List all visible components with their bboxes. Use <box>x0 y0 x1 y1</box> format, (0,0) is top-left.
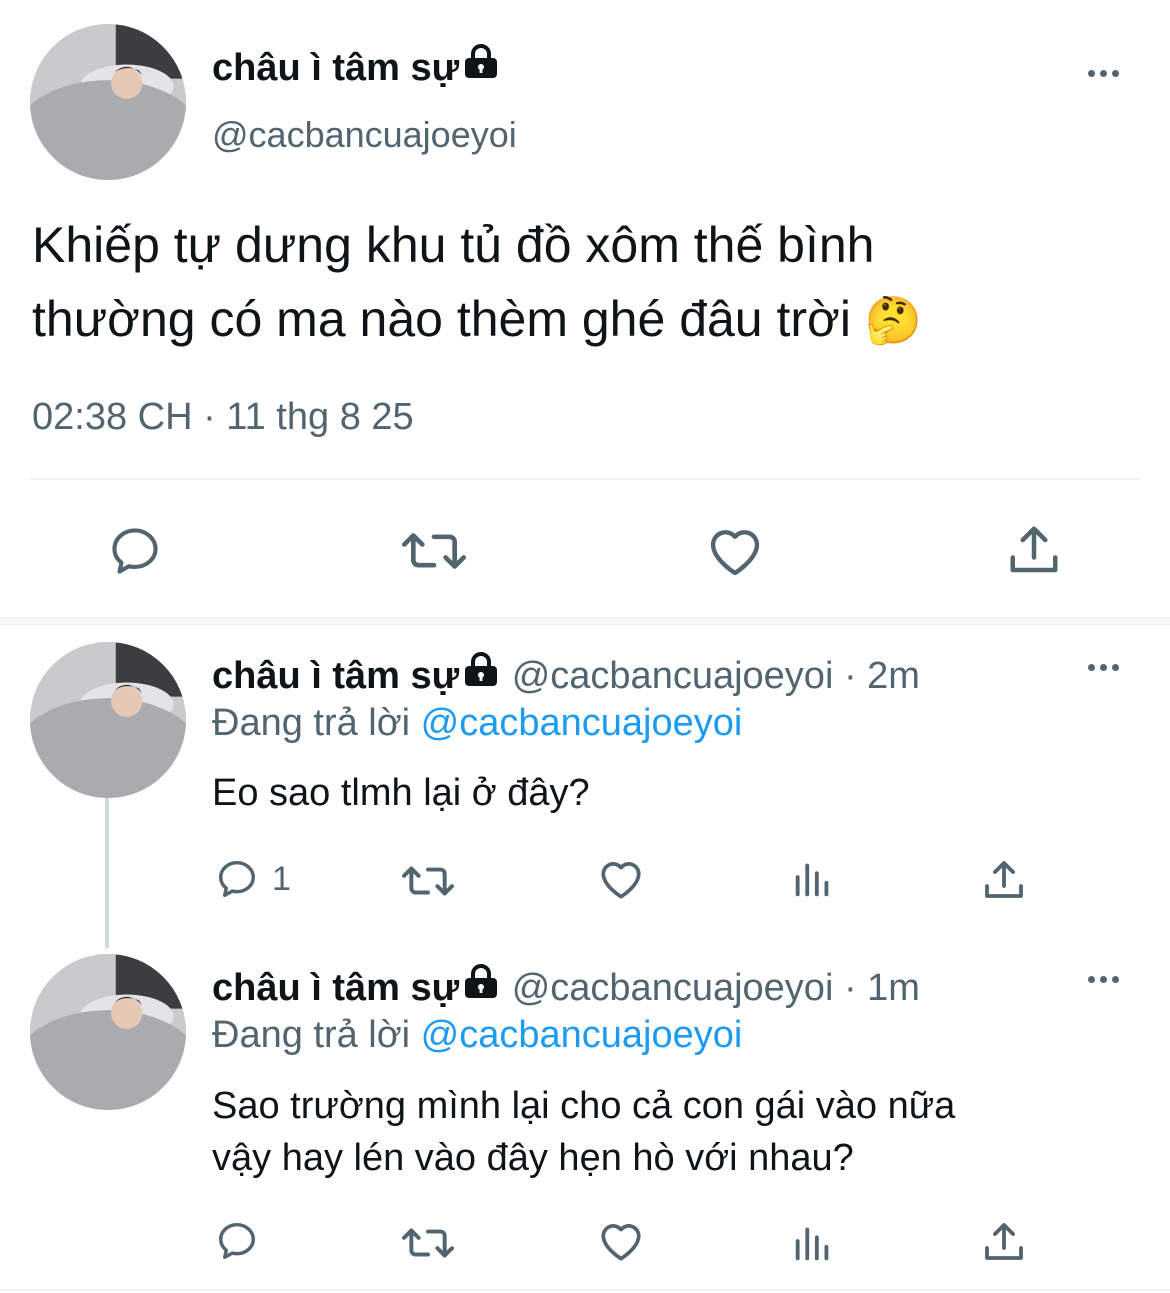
mention-link[interactable]: @cacbancuajoeyoi <box>421 702 743 744</box>
lock-icon <box>465 652 498 686</box>
display-name[interactable]: châu ì tâm sự <box>212 967 459 1009</box>
reply-text: Sao trường mình lại cho cả con gái vào n… <box>212 1080 1132 1184</box>
avatar-photo <box>30 24 186 180</box>
tweet-text-line-1: Khiếp tự dưng khu tủ đồ xôm thế bình <box>32 217 875 273</box>
retweet-icon[interactable] <box>400 1218 456 1268</box>
like-icon[interactable] <box>596 854 646 904</box>
more-options-icon[interactable] <box>1088 70 1119 77</box>
tweet-timestamp[interactable]: 02:38 CH · 11 thg 8 25 <box>32 396 414 439</box>
replying-label: Đang trả lời <box>212 702 411 744</box>
reply-text-line-1: Sao trường mình lại cho cả con gái vào n… <box>212 1085 956 1127</box>
retweet-icon[interactable] <box>400 520 468 582</box>
reply-text: Eo sao tlmh lại ở đây? <box>212 772 590 814</box>
replying-to: Đang trả lời @cacbancuajoeyoi <box>212 702 742 745</box>
replying-to: Đang trả lời @cacbancuajoeyoi <box>212 1014 742 1057</box>
share-icon[interactable] <box>980 856 1028 904</box>
lock-icon <box>465 964 498 998</box>
bottom-divider <box>0 1289 1170 1291</box>
replying-label: Đang trả lời <box>212 1014 411 1056</box>
avatar-photo <box>30 642 186 798</box>
more-options-icon[interactable] <box>1088 664 1119 671</box>
display-name[interactable]: châu ì tâm sự <box>212 655 459 697</box>
lock-icon <box>465 44 498 78</box>
reply-count: 1 <box>272 859 291 898</box>
thread-connector-line <box>105 798 109 948</box>
like-icon[interactable] <box>704 520 766 582</box>
reply-time[interactable]: · 2m <box>844 655 920 697</box>
author-handle[interactable]: @cacbancuajoeyoi <box>512 655 834 697</box>
section-separator <box>0 617 1170 625</box>
reply-icon[interactable] <box>214 1218 260 1264</box>
tweet-text-line-2-text: thường có ma nào thèm ghé đâu trời <box>32 291 851 347</box>
reply-icon[interactable]: 1 <box>214 856 291 902</box>
views-icon[interactable] <box>790 856 836 902</box>
retweet-icon[interactable] <box>400 856 456 906</box>
author-handle[interactable]: @cacbancuajoeyoi <box>512 967 834 1009</box>
divider <box>30 478 1140 480</box>
like-icon[interactable] <box>596 1216 646 1266</box>
more-options-icon[interactable] <box>1088 976 1119 983</box>
reply-text-line-2: vậy hay lén vào đây hẹn hò với nhau? <box>212 1137 854 1179</box>
avatar[interactable] <box>30 24 186 180</box>
reply-header: châu ì tâm sự @cacbancuajoeyoi · 2m <box>212 652 920 698</box>
reply-icon[interactable] <box>106 522 164 580</box>
reply-header: châu ì tâm sự @cacbancuajoeyoi · 1m <box>212 964 920 1010</box>
avatar-photo <box>30 954 186 1110</box>
share-icon[interactable] <box>980 1218 1028 1266</box>
author-name[interactable]: châu ì tâm sự <box>212 44 501 90</box>
tweet-text: Khiếp tự dưng khu tủ đồ xôm thế bình thư… <box>32 208 1132 357</box>
avatar[interactable] <box>30 642 186 798</box>
author-handle[interactable]: @cacbancuajoeyoi <box>212 114 517 156</box>
thinking-emoji: 🤔 <box>864 294 923 346</box>
mention-link[interactable]: @cacbancuajoeyoi <box>421 1014 743 1056</box>
reply-time[interactable]: · 1m <box>844 967 920 1009</box>
share-icon[interactable] <box>1004 520 1064 580</box>
avatar[interactable] <box>30 954 186 1110</box>
display-name: châu ì tâm sự <box>212 47 460 89</box>
tweet-text-line-2: thường có ma nào thèm ghé đâu trời 🤔 <box>32 282 1132 357</box>
views-icon[interactable] <box>790 1220 836 1266</box>
